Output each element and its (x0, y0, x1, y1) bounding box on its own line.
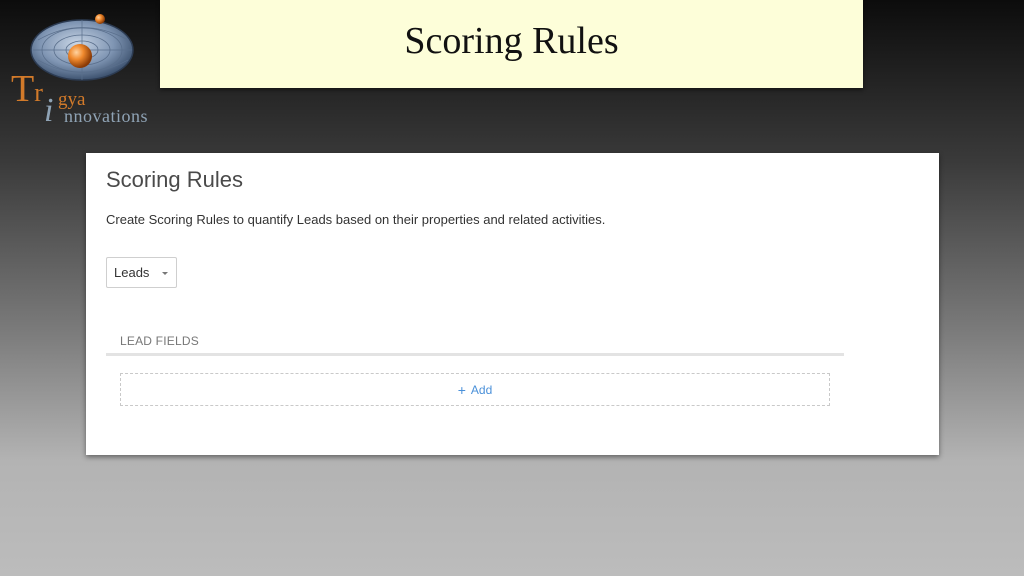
brand-tr: Tr (11, 68, 43, 110)
object-type-dropdown[interactable]: Leads (106, 257, 177, 288)
globe-icon (30, 14, 134, 81)
lead-fields-section-header: LEAD FIELDS (106, 325, 844, 356)
plus-icon: + (457, 381, 466, 398)
brand-innovations: nnovations (64, 106, 148, 126)
brand-i: i (44, 92, 54, 129)
chevron-down-icon (162, 272, 168, 275)
scoring-rules-panel: Scoring Rules Create Scoring Rules to qu… (86, 153, 939, 455)
slide-title-box: Scoring Rules (160, 0, 863, 88)
trigya-logo: Tr gya i nnovations (8, 10, 158, 128)
add-label: Add (470, 382, 493, 397)
page-title: Scoring Rules (106, 167, 243, 192)
page-description: Create Scoring Rules to quantify Leads b… (106, 212, 606, 227)
dropdown-selected-value: Leads (114, 265, 150, 280)
add-rule-button[interactable]: + Add (120, 373, 830, 406)
section-label: LEAD FIELDS (120, 334, 199, 348)
slide-title: Scoring Rules (404, 20, 619, 62)
